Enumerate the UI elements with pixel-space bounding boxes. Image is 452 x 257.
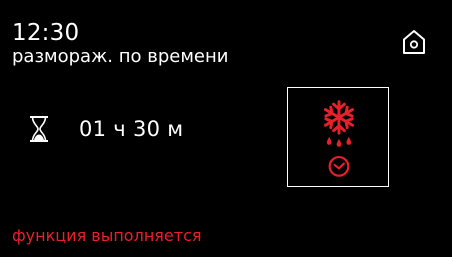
status-message: функция выполняется (12, 226, 202, 245)
program-icon-box[interactable] (287, 87, 389, 187)
oven-display-screen: 12:30 размораж. по времени 01 ч 30 м фун… (0, 0, 452, 257)
clock-time: 12:30 (12, 20, 80, 46)
hourglass-icon (30, 116, 48, 142)
timer-row[interactable]: 01 ч 30 м (28, 111, 183, 147)
home-icon[interactable] (399, 27, 429, 57)
timer-value: 01 ч 30 м (79, 117, 184, 141)
snowflake-with-drops-and-timer-icon (323, 100, 354, 177)
mode-name: размораж. по времени (12, 46, 229, 67)
